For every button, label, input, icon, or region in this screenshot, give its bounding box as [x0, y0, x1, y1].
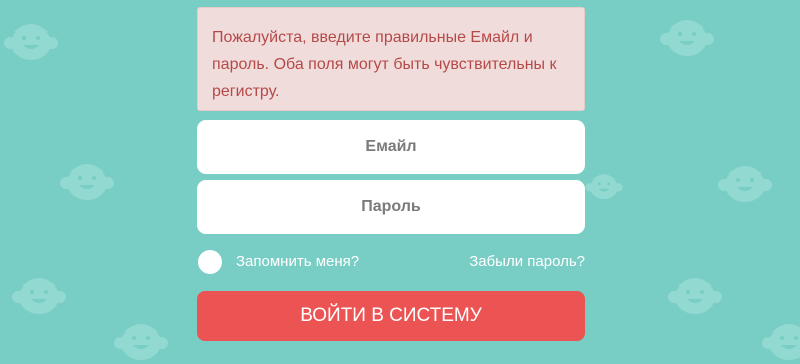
kid-face-icon [114, 324, 168, 360]
kid-face-icon [4, 24, 58, 60]
kid-face-icon [60, 164, 114, 200]
remember-me-label[interactable]: Запомнить меня? [236, 253, 359, 270]
login-button[interactable]: ВОЙТИ В СИСТЕМУ [197, 291, 585, 341]
kid-face-icon [660, 20, 714, 56]
error-alert: Пожалуйста, введите правильные Емайл и п… [197, 7, 585, 111]
kid-face-icon [12, 278, 66, 314]
error-message: Пожалуйста, введите правильные Емайл и п… [212, 29, 557, 100]
password-field[interactable] [197, 180, 585, 234]
kid-face-icon [762, 324, 800, 360]
kid-face-icon [585, 174, 623, 200]
kid-face-icon [668, 278, 722, 314]
kid-face-icon [718, 166, 772, 202]
remember-me-checkbox[interactable] [198, 250, 222, 274]
email-field[interactable] [197, 120, 585, 174]
forgot-password-link[interactable]: Забыли пароль? [469, 253, 585, 270]
